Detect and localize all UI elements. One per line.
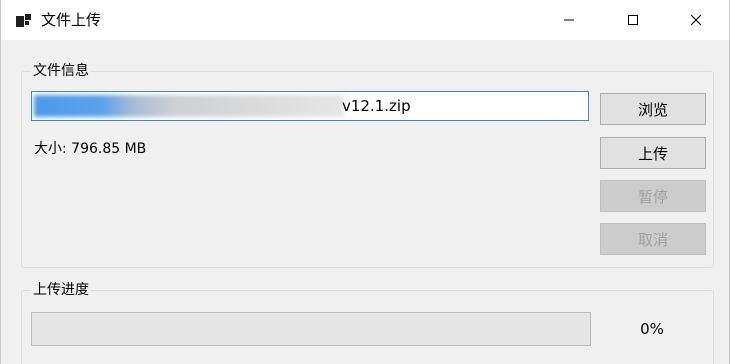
maximize-button[interactable] bbox=[610, 0, 656, 40]
title-bar[interactable]: 文件上传 bbox=[1, 0, 729, 40]
file-size-label: 大小: 796.85 MB bbox=[34, 141, 147, 157]
file-path-text: v12.1.zip bbox=[342, 97, 411, 115]
app-window-icon bbox=[15, 11, 33, 29]
progress-percent: 0% bbox=[640, 320, 664, 338]
cancel-button[interactable]: 取消 bbox=[600, 223, 706, 255]
close-icon bbox=[690, 14, 702, 26]
minimize-button[interactable] bbox=[546, 0, 592, 40]
redacted-path-blur bbox=[34, 95, 344, 117]
file-path-field[interactable]: v12.1.zip bbox=[31, 91, 589, 121]
close-button[interactable] bbox=[673, 0, 719, 40]
upload-progress-bar bbox=[31, 312, 591, 346]
upload-progress-legend: 上传进度 bbox=[31, 281, 91, 299]
maximize-icon bbox=[627, 14, 639, 26]
pause-button[interactable]: 暂停 bbox=[600, 180, 706, 212]
file-info-legend: 文件信息 bbox=[31, 62, 91, 80]
window-title: 文件上传 bbox=[41, 11, 102, 29]
minimize-icon bbox=[563, 14, 575, 26]
browse-button[interactable]: 浏览 bbox=[600, 93, 706, 125]
upload-window: 文件上传 文件信息 v12.1.zip 大小: 796.85 MB 浏览 上传 … bbox=[0, 0, 730, 364]
upload-button[interactable]: 上传 bbox=[600, 137, 706, 169]
